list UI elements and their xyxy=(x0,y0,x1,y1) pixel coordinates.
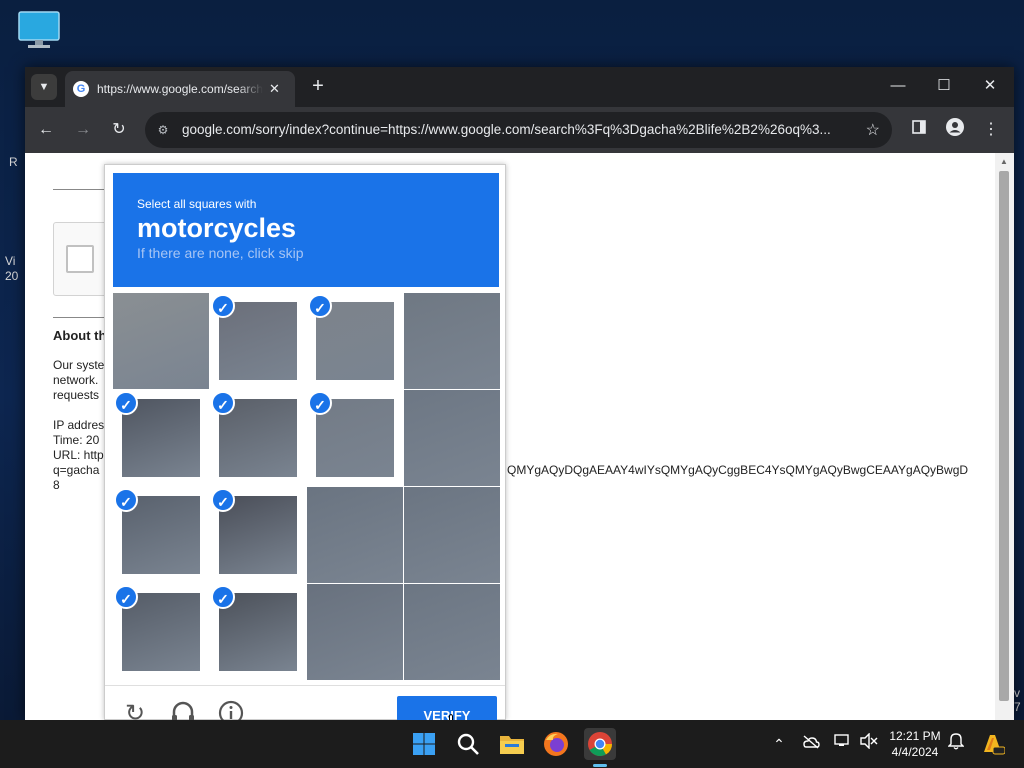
new-tab-button[interactable]: + xyxy=(307,76,329,98)
captcha-tile[interactable]: ✓ xyxy=(113,390,209,486)
forward-button[interactable]: → xyxy=(71,118,95,142)
taskbar: ⌃ 12:21 PM 4/4/2024 xyxy=(0,720,1024,768)
firefox-icon[interactable] xyxy=(540,728,572,760)
captcha-tile[interactable]: ✓ xyxy=(210,293,306,389)
body-text: requests xyxy=(53,388,100,402)
copilot-preview-icon[interactable] xyxy=(980,732,1006,756)
challenge-header: Select all squares with motorcycles If t… xyxy=(113,173,499,287)
checkmark-icon: ✓ xyxy=(114,585,138,609)
this-pc-desktop-icon[interactable] xyxy=(16,10,62,50)
challenge-target: motorcycles xyxy=(137,213,297,243)
volume-muted-icon[interactable] xyxy=(857,732,881,756)
tile-image xyxy=(307,584,403,680)
checkmark-icon: ✓ xyxy=(211,391,235,415)
url-end: 8 xyxy=(53,478,60,492)
onedrive-cloud-icon[interactable] xyxy=(799,732,823,756)
address-bar[interactable]: ⚙ google.com/sorry/index?continue=https:… xyxy=(145,112,892,148)
url-text[interactable]: google.com/sorry/index?continue=https://… xyxy=(182,122,852,138)
maximize-button[interactable]: ☐ xyxy=(929,73,959,99)
chrome-icon[interactable] xyxy=(584,728,616,760)
side-panel-icon[interactable] xyxy=(907,118,931,142)
url-label: URL: http xyxy=(53,448,104,462)
file-explorer-icon[interactable] xyxy=(496,728,528,760)
captcha-tile[interactable]: ✓ xyxy=(210,390,306,486)
network-icon[interactable] xyxy=(831,732,855,756)
scroll-thumb[interactable] xyxy=(999,171,1009,701)
challenge-hint: If there are none, click skip xyxy=(137,245,304,261)
time-text: Time: 20 xyxy=(53,433,100,447)
image-grid: ✓ ✓ ✓ ✓ ✓ ✓ ✓ ✓ ✓ xyxy=(113,293,500,680)
page-heading: About th xyxy=(53,328,107,343)
captcha-tile[interactable] xyxy=(113,293,209,389)
clock-date: 4/4/2024 xyxy=(891,745,939,759)
captcha-tile[interactable]: ✓ xyxy=(210,487,306,583)
active-app-indicator xyxy=(593,764,607,767)
captcha-tile[interactable] xyxy=(404,487,500,583)
ip-address-text: IP addres xyxy=(53,418,105,432)
captcha-tile[interactable]: ✓ xyxy=(307,293,403,389)
checkmark-icon: ✓ xyxy=(211,488,235,512)
google-favicon-icon: G xyxy=(73,81,89,97)
captcha-tile[interactable] xyxy=(404,584,500,680)
captcha-tile[interactable] xyxy=(307,584,403,680)
recaptcha-checkbox[interactable] xyxy=(66,245,94,273)
url-continued-text: QMYgAQyDQgAEAAY4wIYsQMYgAQyCggBEC4YsQMYg… xyxy=(507,463,969,477)
checkmark-icon: ✓ xyxy=(114,391,138,415)
captcha-tile[interactable]: ✓ xyxy=(210,584,306,680)
site-info-icon[interactable]: ⚙ xyxy=(155,122,171,138)
chevron-down-icon: ▼ xyxy=(38,81,50,93)
challenge-instruction: Select all squares with xyxy=(137,197,257,211)
tab-close-icon[interactable]: ✕ xyxy=(269,81,280,97)
checkmark-icon: ✓ xyxy=(308,391,332,415)
tile-image xyxy=(113,293,209,389)
scroll-up-icon[interactable]: ▲ xyxy=(1000,157,1008,166)
recaptcha-challenge: Select all squares with motorcycles If t… xyxy=(104,164,506,732)
minimize-button[interactable]: — xyxy=(883,73,913,99)
captcha-tile[interactable] xyxy=(307,487,403,583)
tab-search-button[interactable]: ▼ xyxy=(31,74,57,100)
clock[interactable]: 12:21 PM 4/4/2024 xyxy=(884,728,946,760)
url-query: q=gacha xyxy=(53,463,100,477)
tab-strip: ▼ G https://www.google.com/search?q=gach… xyxy=(25,67,1014,107)
tile-image xyxy=(404,487,500,583)
reload-button[interactable]: ↻ xyxy=(107,118,131,142)
captcha-tile[interactable] xyxy=(404,390,500,486)
vertical-scrollbar[interactable]: ▲ xyxy=(995,153,1014,720)
show-hidden-icons-chevron-icon[interactable]: ⌃ xyxy=(767,732,791,756)
recaptcha-widget xyxy=(53,222,109,296)
checkmark-icon: ✓ xyxy=(211,585,235,609)
start-windows-icon[interactable] xyxy=(408,728,440,760)
notification-bell-icon[interactable] xyxy=(944,732,968,756)
captcha-tile[interactable] xyxy=(404,293,500,389)
captcha-tile[interactable]: ✓ xyxy=(307,390,403,486)
checkmark-icon: ✓ xyxy=(308,294,332,318)
bookmark-star-icon[interactable]: ☆ xyxy=(866,120,880,140)
profile-icon[interactable] xyxy=(943,118,967,142)
desktop-text-fragment: 7 xyxy=(1014,700,1021,714)
captcha-tile[interactable]: ✓ xyxy=(113,487,209,583)
body-text: Our syste xyxy=(53,358,105,372)
desktop-text-fragment: Vi xyxy=(5,254,16,268)
menu-kebab-icon[interactable]: ⋮ xyxy=(979,118,1003,142)
desktop-text-fragment: R xyxy=(9,155,18,169)
tile-image xyxy=(404,390,500,486)
back-button[interactable]: ← xyxy=(34,118,58,142)
desktop-text-fragment: 20 xyxy=(5,269,19,283)
close-window-button[interactable]: ✕ xyxy=(975,73,1005,99)
search-icon[interactable] xyxy=(452,728,484,760)
checkmark-icon: ✓ xyxy=(114,488,138,512)
checkmark-icon: ✓ xyxy=(211,294,235,318)
tile-image xyxy=(404,293,500,389)
browser-toolbar: ← → ↻ ⚙ google.com/sorry/index?continue=… xyxy=(25,107,1014,153)
body-text: network. xyxy=(53,373,99,387)
clock-time: 12:21 PM xyxy=(889,729,941,743)
desktop-text-fragment: v xyxy=(1014,686,1020,700)
tile-image xyxy=(307,487,403,583)
tab-title: https://www.google.com/search?q=gacha xyxy=(97,82,263,96)
tile-image xyxy=(404,584,500,680)
tab-active[interactable]: G https://www.google.com/search?q=gacha … xyxy=(65,71,295,107)
captcha-tile[interactable]: ✓ xyxy=(113,584,209,680)
